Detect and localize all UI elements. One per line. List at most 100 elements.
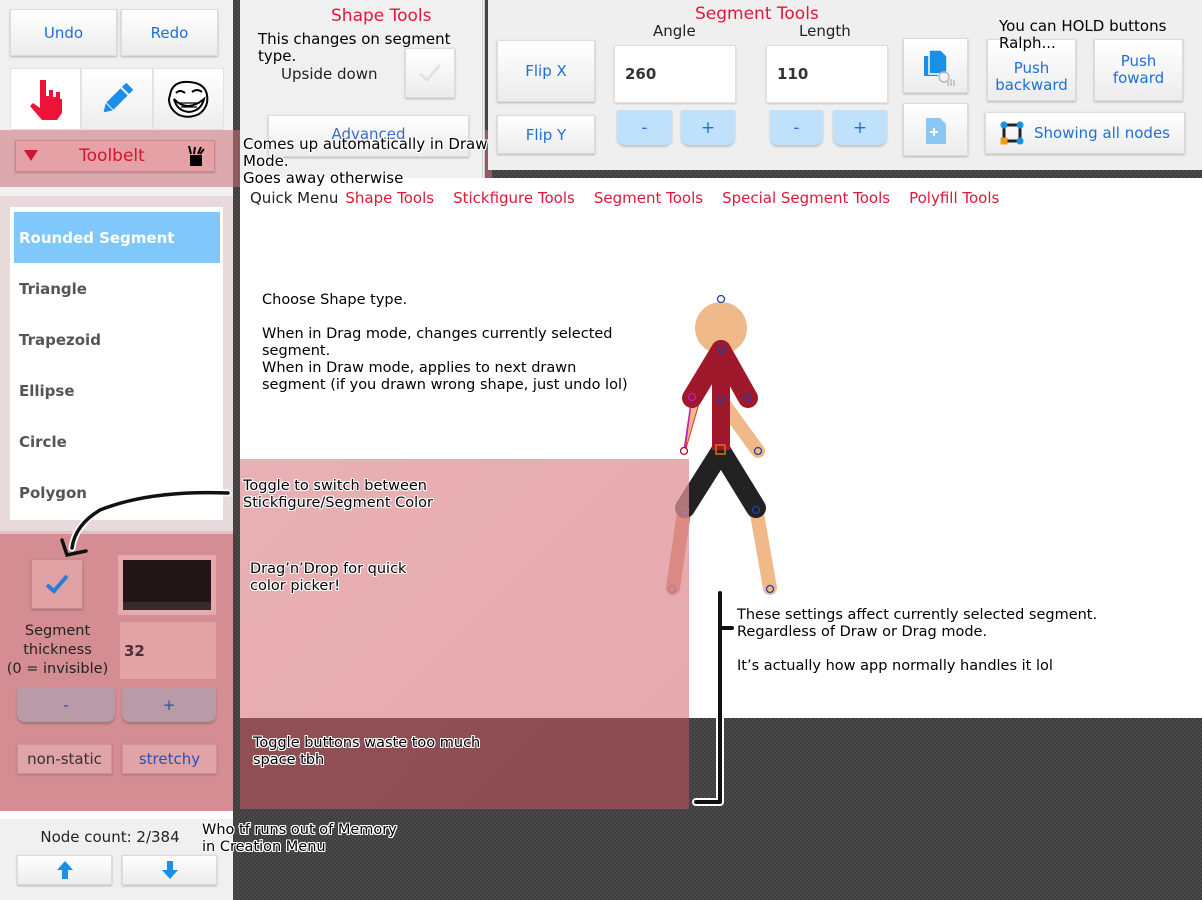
shape-item-circle[interactable]: Circle [14, 416, 220, 467]
flip-y-button[interactable]: Flip Y [497, 115, 595, 154]
thickness-decrease-button[interactable]: - [17, 688, 115, 722]
annotation-settings-affect: These settings affect currently selected… [737, 607, 1097, 675]
move-down-button[interactable] [122, 855, 217, 885]
annotation-line: type. [258, 47, 297, 65]
figure-right-shin[interactable] [749, 501, 777, 595]
annotation-line: color picker! [250, 578, 341, 594]
flip-x-button[interactable]: Flip X [497, 40, 595, 102]
quick-menu-shape-tools[interactable]: Shape Tools [345, 189, 434, 207]
quick-menu-label: Quick Menu [250, 189, 339, 207]
thickness-label-line: thickness [23, 642, 92, 658]
quick-menu-polyfill-tools[interactable]: Polyfill Tools [909, 189, 999, 207]
annotation-line: When in Draw mode, applies to next drawn [262, 360, 577, 376]
paste-button[interactable] [903, 103, 968, 156]
annotation-line: segment. [262, 343, 331, 359]
node-handle-selected[interactable] [679, 446, 689, 456]
trollface-icon [168, 80, 209, 118]
arrow-up-icon [56, 861, 73, 879]
pencil-icon [103, 82, 134, 113]
toolbelt-button[interactable]: Toolbelt [15, 140, 215, 172]
segment-tools-title: Segment Tools [695, 4, 819, 24]
shape-item-ellipse[interactable]: Ellipse [14, 365, 220, 416]
annotation-line: Mode. [243, 152, 289, 170]
shape-item-triangle[interactable]: Triangle [14, 263, 220, 314]
annotation-line: You can HOLD buttons [999, 17, 1167, 35]
thickness-label: Segment thickness (0 = invisible) [5, 622, 110, 679]
quick-menu: Quick Menu Shape Tools Stickfigure Tools… [250, 189, 1018, 207]
annotation-memory: Who tf runs out of Memory in Creation Me… [202, 822, 397, 856]
thickness-label-line: (0 = invisible) [6, 661, 109, 677]
shape-item-polygon[interactable]: Polygon [14, 467, 220, 518]
annotation-line: Toggle buttons waste too much [253, 735, 481, 751]
angle-input[interactable]: 260 [614, 45, 736, 103]
annotation-line: segment (if you drawn wrong shape, just … [262, 377, 628, 393]
non-static-toggle[interactable]: non-static [17, 744, 112, 774]
redo-button[interactable]: Redo [121, 9, 218, 56]
show-nodes-button[interactable]: Showing all nodes [985, 112, 1185, 154]
annotation-line: This changes on segment [258, 30, 451, 48]
annotation-line: Comes up automatically in Draw [243, 135, 488, 153]
annotation-line: space tbh [253, 752, 325, 768]
angle-label: Angle [653, 22, 696, 40]
shape-item-trapezoid[interactable]: Trapezoid [14, 314, 220, 365]
color-swatch-button[interactable] [118, 555, 216, 615]
annotation-line: When in Drag mode, changes currently sel… [262, 326, 613, 342]
annotation-hold-buttons: You can HOLD buttons Ralph... [999, 18, 1166, 52]
quick-menu-special-segment-tools[interactable]: Special Segment Tools [722, 189, 890, 207]
undo-button[interactable]: Undo [10, 9, 117, 56]
annotation-color-toggle: Toggle to switch between Stickfigure/Seg… [243, 478, 433, 512]
length-increase-button[interactable]: + [833, 110, 887, 145]
quick-menu-stickfigure-tools[interactable]: Stickfigure Tools [453, 189, 575, 207]
paste-icon [925, 117, 946, 144]
node-handle[interactable] [716, 294, 726, 304]
copy-button[interactable] [903, 38, 968, 93]
length-decrease-button[interactable]: - [770, 110, 823, 145]
length-input[interactable]: 110 [766, 45, 888, 103]
draw-mode-button[interactable] [81, 68, 153, 130]
checkmark-icon [419, 64, 442, 83]
copy-icon [923, 48, 955, 86]
annotation-line: Who tf runs out of Memory [202, 822, 397, 838]
annotation-line: Drag’n’Drop for quick [250, 561, 407, 577]
shape-type-list: Rounded Segment Triangle Trapezoid Ellip… [10, 207, 223, 520]
thickness-input[interactable]: 32 [120, 622, 216, 679]
drag-mode-button[interactable] [10, 68, 82, 130]
tool-cup-icon [188, 145, 205, 166]
upside-down-label: Upside down [281, 65, 378, 83]
annotation-line: Ralph... [999, 34, 1056, 52]
annotation-spacer [262, 309, 628, 326]
hand-pointer-icon [29, 80, 62, 120]
annotation-line: Toggle to switch between [243, 478, 427, 494]
annotation-line: Choose Shape type. [262, 292, 408, 308]
annotation-choose-shape: Choose Shape type. When in Drag mode, ch… [262, 292, 628, 394]
checkmark-icon [45, 574, 69, 594]
color-mode-toggle[interactable] [31, 559, 83, 609]
annotation-line: Goes away otherwise [243, 169, 404, 187]
annotation-segment-type: This changes on segment type. [258, 31, 450, 65]
angle-increase-button[interactable]: + [681, 110, 735, 145]
quick-menu-segment-tools[interactable]: Segment Tools [594, 189, 703, 207]
annotation-line: It’s actually how app normally handles i… [737, 658, 1053, 674]
annotation-line: These settings affect currently selected… [737, 607, 1098, 623]
figure-right-thigh[interactable] [711, 441, 766, 518]
node-count: Node count: 2/384 [40, 828, 180, 846]
length-label: Length [799, 22, 851, 40]
annotation-line: Regardless of Draw or Drag mode. [737, 624, 988, 640]
thickness-label-line: Segment [24, 623, 91, 639]
troll-mode-button[interactable] [152, 68, 224, 130]
stretchy-toggle[interactable]: stretchy [122, 744, 217, 774]
color-swatch [123, 560, 211, 610]
show-nodes-label: Showing all nodes [1034, 124, 1170, 142]
move-up-button[interactable] [17, 855, 112, 885]
shape-tools-title: Shape Tools [331, 6, 432, 26]
annotation-line: in Creation Menu [202, 839, 326, 855]
shape-item-rounded-segment[interactable]: Rounded Segment [14, 212, 220, 263]
angle-decrease-button[interactable]: - [617, 110, 672, 145]
mode-selector [10, 68, 224, 130]
annotation-toggle-waste: Toggle buttons waste too much space tbh [253, 735, 480, 769]
thickness-increase-button[interactable]: + [122, 688, 216, 722]
toolbelt-label: Toolbelt [79, 146, 145, 166]
annotation-toolbelt: Comes up automatically in Draw Mode. Goe… [243, 136, 488, 187]
arrow-down-icon [161, 861, 178, 879]
annotation-drag-drop: Drag’n’Drop for quick color picker! [250, 561, 406, 595]
